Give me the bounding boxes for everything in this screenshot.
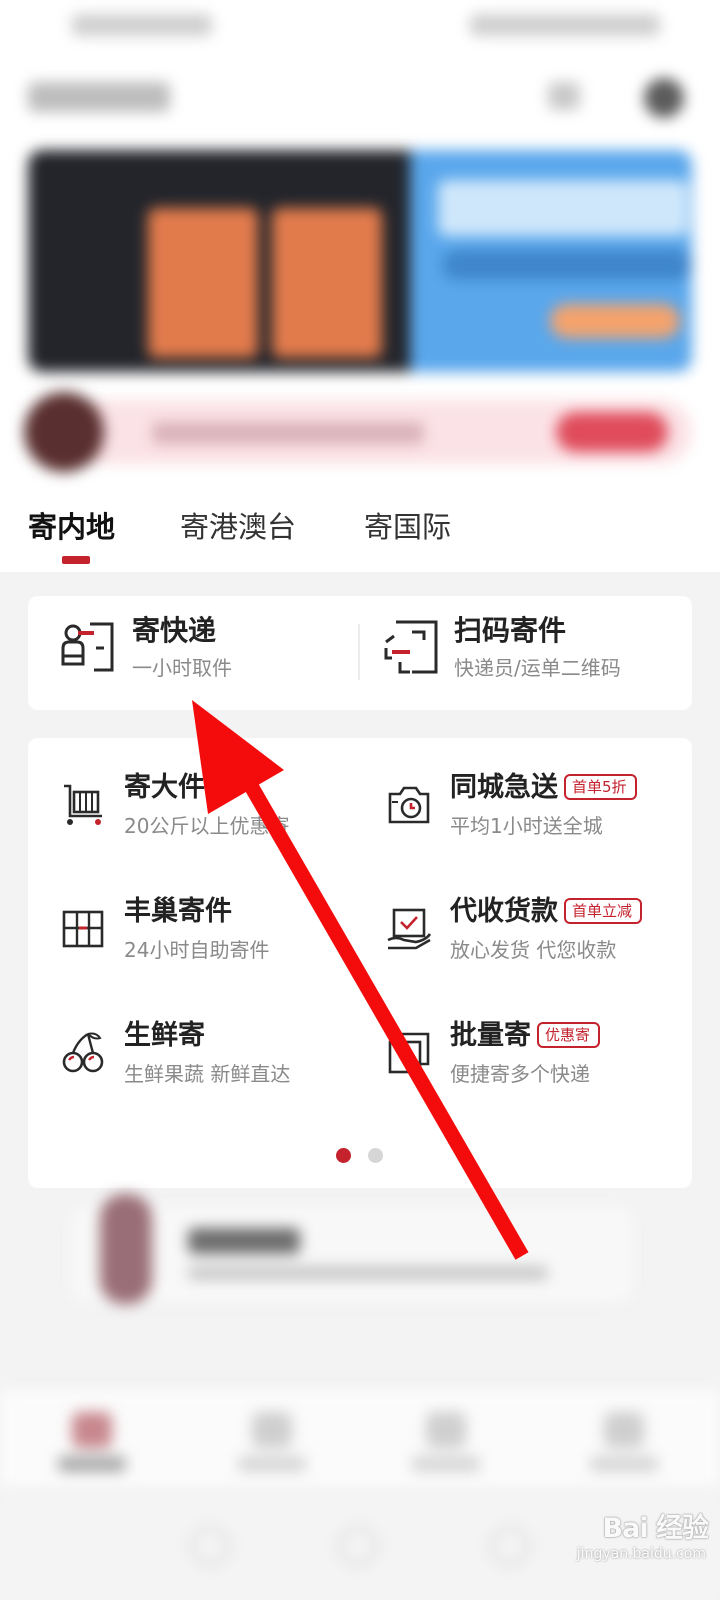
shipping-tabs: 寄内地 寄港澳台 寄国际 [0,500,720,572]
clock-camera-icon [386,782,432,832]
page-dot[interactable] [368,1148,383,1163]
back-key-icon[interactable] [190,1526,230,1566]
status-right-blurred [470,14,660,36]
service-title: 生鲜寄 [124,1020,205,1051]
cart-icon [60,782,106,832]
location-selector[interactable] [28,82,170,112]
discount-badge: 首单5折 [564,774,637,800]
scan-code-icon [382,618,440,680]
banner-product-image [272,208,382,358]
tab-mainland[interactable]: 寄内地 [28,504,115,550]
promo-strip[interactable] [24,392,692,472]
nav-third[interactable] [406,1412,486,1476]
services-grid-card: 寄大件 20公斤以上优惠寄 同城急送 首单5折 平均1小时送全城 丰巢寄件 24… [28,738,692,1188]
service-subtitle: 快递员/运单二维码 [454,656,621,680]
service-title: 代收货款 首单立减 [450,894,643,930]
banner-headline [438,180,688,236]
service-title: 寄快递 [132,614,217,647]
discount-badge: 优惠寄 [537,1022,601,1048]
promo-text [152,422,424,444]
service-subtitle: 放心发货 代您收款 [450,938,617,962]
service-subtitle: 生鲜果蔬 新鲜直达 [124,1062,291,1086]
stacked-boxes-icon [386,1030,432,1080]
banner-subline [442,250,692,280]
service-batch-item[interactable]: 批量寄 优惠寄 便捷寄多个快递 [386,1018,686,1098]
nav-label [238,1456,306,1472]
bottom-navigation [0,1390,720,1490]
service-title: 扫码寄件 [454,614,567,647]
courier-description [188,1266,548,1280]
primary-services-card: 寄快递 一小时取件 扫码寄件 快递员/运单二维码 [28,596,692,710]
courier-avatar [100,1194,152,1304]
service-subtitle: 一小时取件 [132,656,232,680]
nav-label [590,1456,658,1472]
courier-card[interactable] [72,1194,632,1304]
discount-badge: 首单立减 [564,898,643,924]
service-title: 寄大件 [124,772,205,803]
parcel-station-icon [60,618,116,678]
banner-cta-button[interactable] [550,304,680,338]
locker-icon [60,906,106,956]
nav-second[interactable] [232,1412,312,1476]
nav-label [58,1456,126,1472]
service-subtitle: 24小时自助寄件 [124,938,270,962]
service-fresh-item[interactable]: 生鲜寄 生鲜果蔬 新鲜直达 [60,1018,360,1098]
message-icon[interactable] [548,82,580,110]
tab-active-indicator [62,556,90,564]
nav-home[interactable] [52,1412,132,1476]
cherry-icon [60,1030,106,1080]
service-title: 丰巢寄件 [124,896,232,927]
page-dot-active[interactable] [336,1148,351,1163]
banner-product-image [148,208,258,358]
home-key-icon[interactable] [338,1526,378,1566]
page-indicator [336,1148,396,1164]
header-row [0,70,720,122]
status-bar [0,0,720,60]
nav-label [412,1456,480,1472]
service-title: 同城急送 首单5折 [450,770,637,806]
divider [358,624,360,680]
recent-key-icon[interactable] [490,1526,530,1566]
service-subtitle: 平均1小时送全城 [450,814,603,838]
nav-icon [252,1412,292,1448]
send-express-button[interactable]: 寄快递 一小时取件 [60,610,350,690]
service-same-city-item[interactable]: 同城急送 首单5折 平均1小时送全城 [386,770,686,850]
tab-hk-macao-taiwan[interactable]: 寄港澳台 [180,504,296,550]
service-subtitle: 20公斤以上优惠寄 [124,814,290,838]
service-cod-item[interactable]: 代收货款 首单立减 放心发货 代您收款 [386,894,686,974]
profile-icon [604,1412,644,1448]
scan-to-send-button[interactable]: 扫码寄件 快递员/运单二维码 [382,610,682,690]
hand-check-icon [386,906,432,956]
service-subtitle: 便捷寄多个快递 [450,1062,590,1086]
promo-banner[interactable] [28,150,692,372]
service-title: 批量寄 优惠寄 [450,1018,601,1054]
promo-button[interactable] [556,412,668,452]
watermark-url: jingyan.baidu.com [576,1546,706,1562]
home-icon [72,1412,112,1448]
profile-icon[interactable] [644,78,684,118]
service-locker-item[interactable]: 丰巢寄件 24小时自助寄件 [60,894,360,974]
top-area: 寄内地 寄港澳台 寄国际 [0,0,720,572]
courier-title [188,1228,300,1254]
watermark-logo: Bai 经验 [602,1513,709,1544]
nav-profile[interactable] [584,1412,664,1476]
tab-international[interactable]: 寄国际 [364,504,451,550]
promo-avatar [24,392,104,472]
nav-icon [426,1412,466,1448]
baidu-watermark: Bai 经验 jingyan.baidu.com [546,1500,716,1590]
service-large-item[interactable]: 寄大件 20公斤以上优惠寄 [60,770,360,850]
status-left-blurred [72,14,212,36]
